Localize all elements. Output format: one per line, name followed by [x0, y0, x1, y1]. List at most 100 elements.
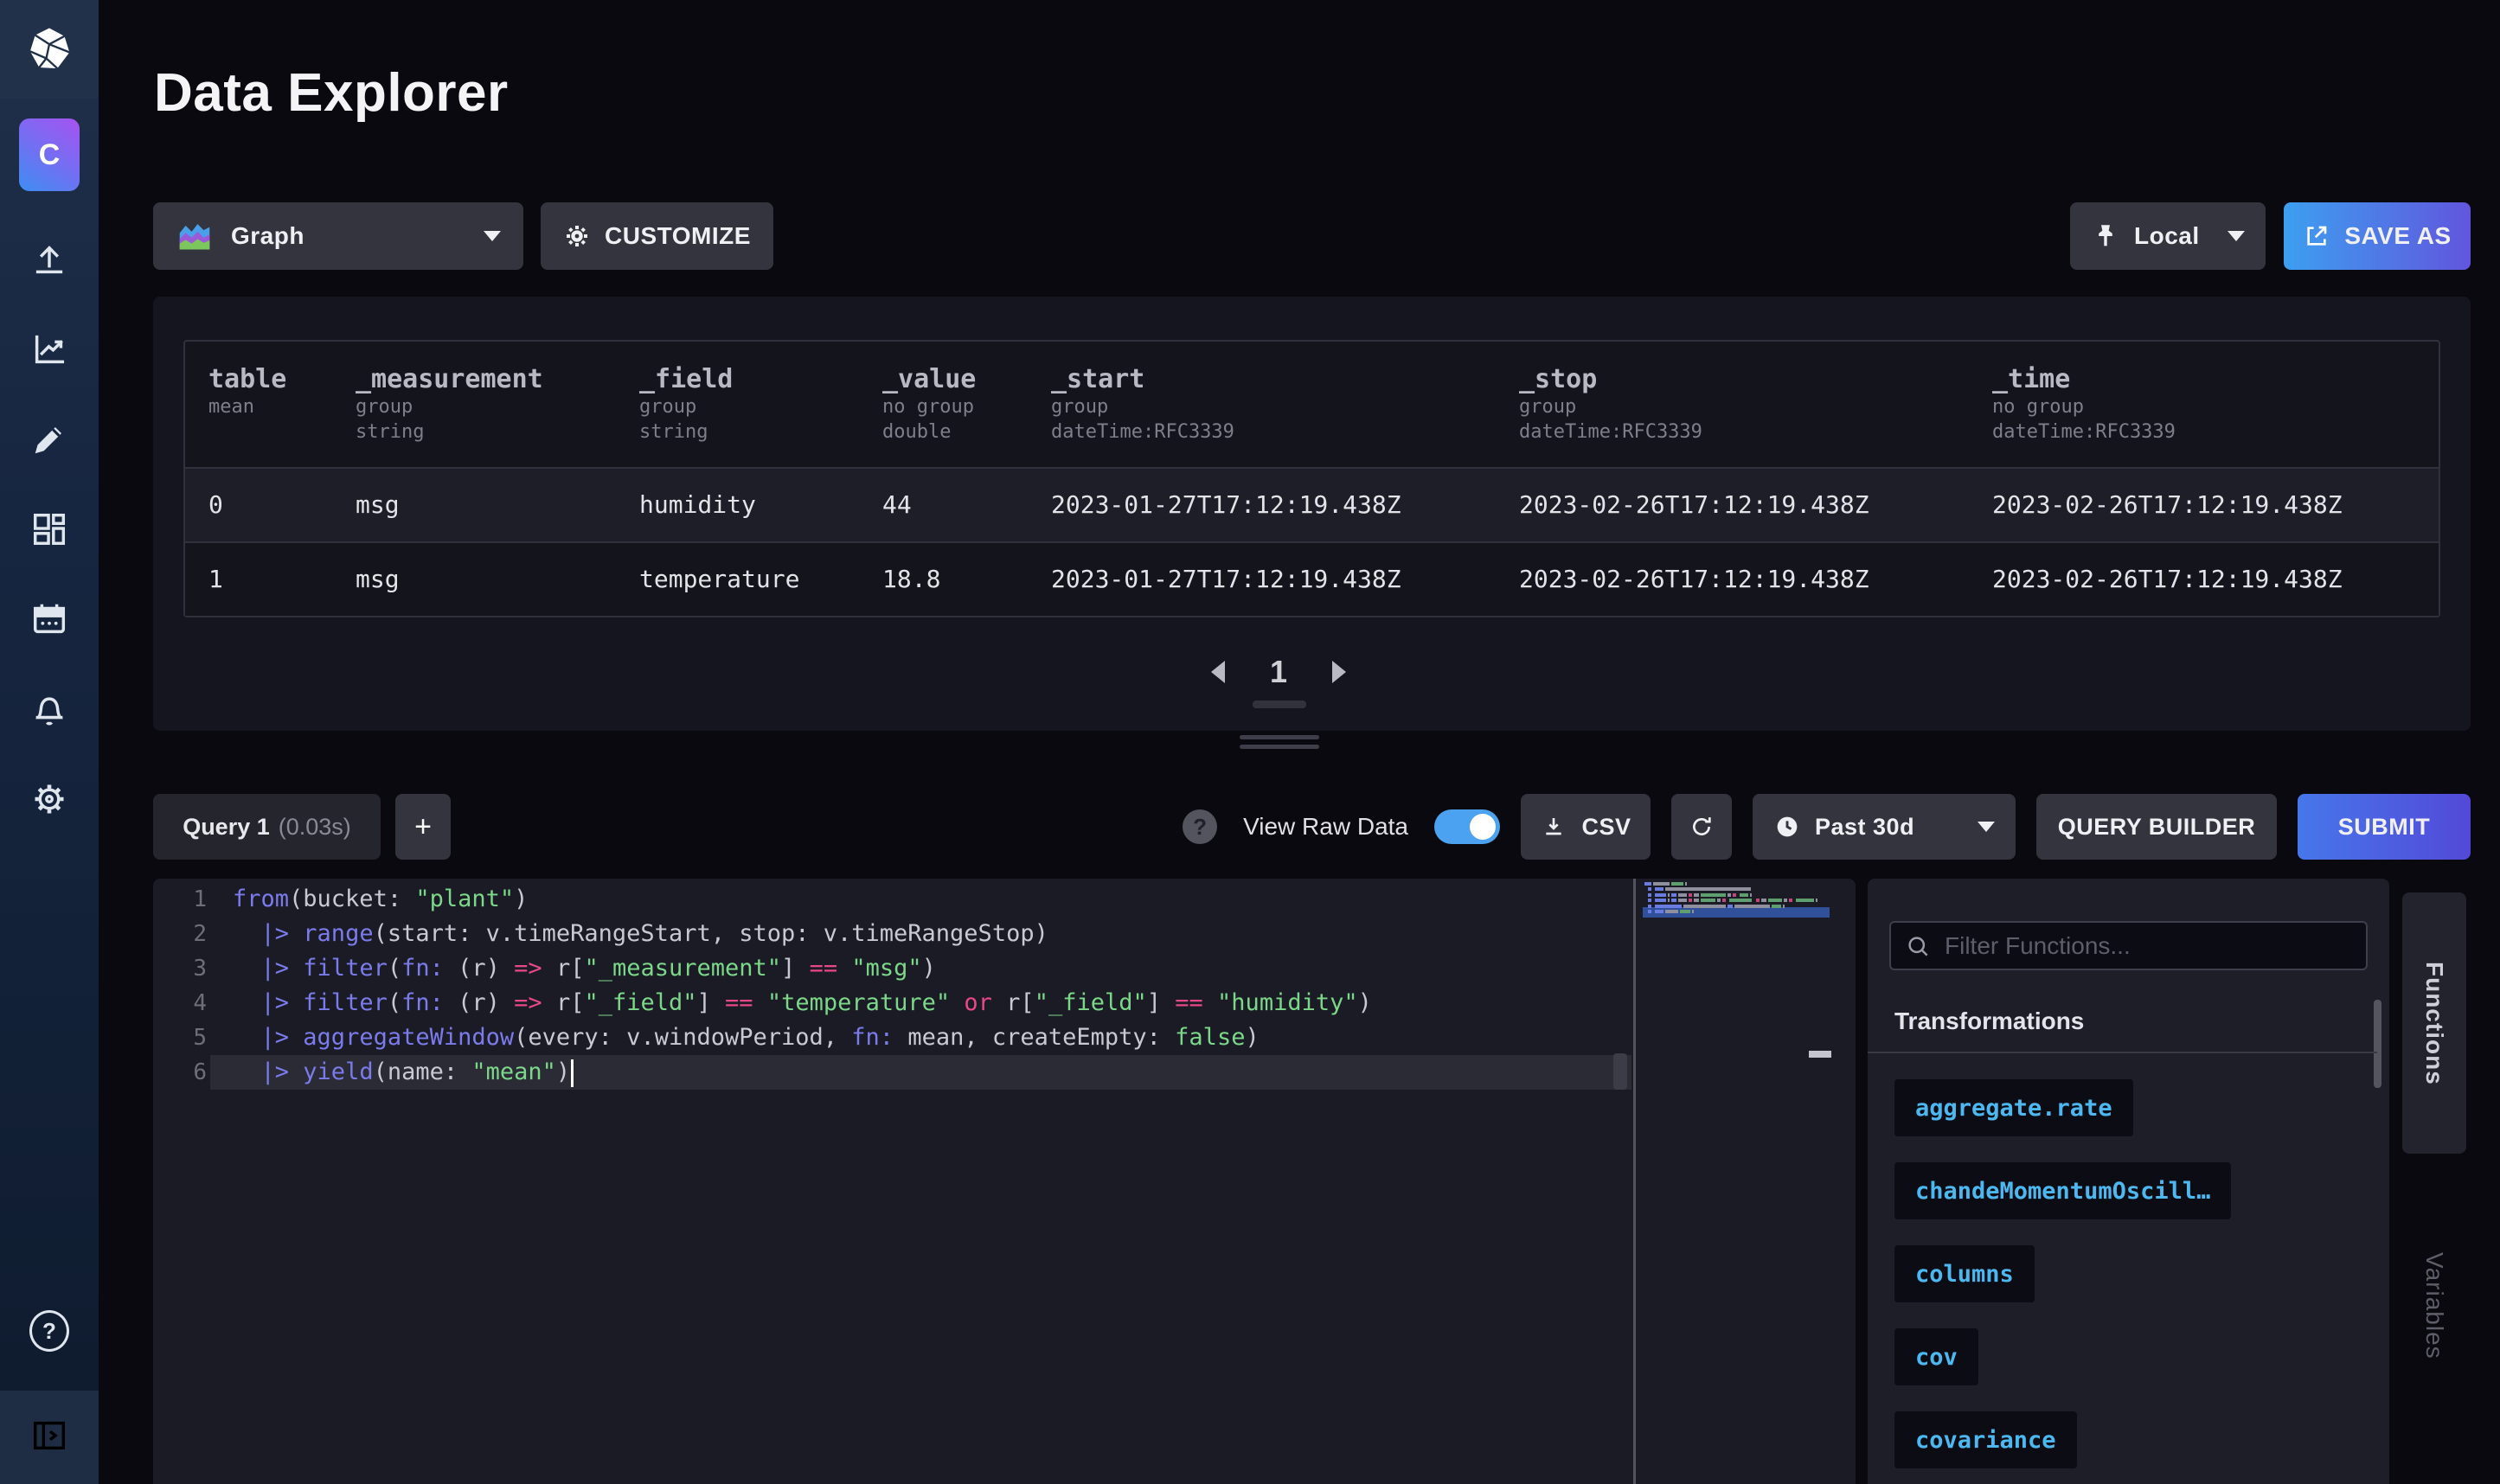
table-cell: 0 [208, 469, 356, 541]
table-cell: humidity [639, 469, 882, 541]
dashboards-icon[interactable] [29, 509, 69, 549]
pencil-icon[interactable] [29, 419, 69, 459]
help-icon[interactable]: ? [1183, 809, 1217, 844]
function-item[interactable]: cov [1894, 1328, 1978, 1385]
gear-icon [563, 222, 591, 250]
table-cell: 1 [208, 543, 356, 616]
table-cell: 2023-02-26T17:12:19.438Z [1519, 469, 1992, 541]
pagination-scrollbar[interactable] [1253, 700, 1306, 708]
table-cell: 2023-01-27T17:12:19.438Z [1051, 469, 1519, 541]
csv-button[interactable]: CSV [1521, 794, 1651, 860]
functions-category-label: Transformations [1894, 1007, 2084, 1035]
sidebar-nav [0, 240, 99, 819]
query-tab[interactable]: Query 1 (0.03s) [153, 794, 381, 860]
submit-button[interactable]: SUBMIT [2298, 794, 2471, 860]
column-header: _timeno groupdateTime:RFC3339 [1992, 342, 2439, 467]
query-controls: ? View Raw Data CSV Past 30d QUERY BUILD… [1183, 794, 2471, 860]
filter-functions-searchbox[interactable] [1889, 921, 2368, 970]
query-builder-button[interactable]: QUERY BUILDER [2036, 794, 2277, 860]
sidebar: C ? [0, 0, 99, 1484]
column-header: _measurementgroupstring [356, 342, 639, 467]
minimap-line [1644, 882, 1689, 886]
functions-scrollbar-thumb[interactable] [2374, 1000, 2381, 1088]
raw-data-panel: tablemean_measurementgroupstring_fieldgr… [153, 297, 2471, 731]
line-number: 1 [153, 882, 207, 917]
table-cell: 2023-02-26T17:12:19.438Z [1992, 543, 2439, 616]
functions-panel: Transformations aggregate.rate chandeMome… [1868, 879, 2389, 1484]
function-item[interactable]: covariance [1894, 1411, 2077, 1468]
minimap-line [1644, 887, 1753, 891]
line-number: 3 [153, 951, 207, 986]
table-cell: 2023-02-26T17:12:19.438Z [1519, 543, 1992, 616]
function-item[interactable]: chandeMomentumOscill… [1894, 1162, 2231, 1219]
influxdb-logo[interactable] [0, 0, 99, 99]
function-item[interactable]: aggregate.rate [1894, 1079, 2133, 1136]
expand-sidebar-icon [29, 1416, 69, 1460]
chevron-down-icon [484, 231, 501, 241]
code-line[interactable]: 5 |> aggregateWindow(every: v.windowPeri… [153, 1020, 1631, 1055]
table-cell: 44 [882, 469, 1051, 541]
tab-variables-label: Variables [2420, 1252, 2448, 1359]
table-cell: 18.8 [882, 543, 1051, 616]
page-number: 1 [1270, 654, 1287, 690]
text-cursor [571, 1059, 574, 1087]
minimap-line [1644, 910, 1696, 913]
download-icon [1540, 813, 1567, 841]
add-query-button[interactable]: + [395, 794, 451, 860]
code-area[interactable]: 1from(bucket: "plant")2 |> range(start: … [153, 882, 1631, 1090]
prev-page-icon[interactable] [1211, 661, 1225, 683]
tab-functions[interactable]: Functions [2402, 892, 2466, 1154]
customize-label: CUSTOMIZE [605, 222, 751, 250]
view-raw-data-toggle[interactable] [1434, 809, 1500, 844]
gear-icon[interactable] [29, 779, 69, 819]
minimap-slider[interactable] [1809, 1051, 1831, 1058]
function-item[interactable]: columns [1894, 1245, 2035, 1302]
scope-dropdown[interactable]: Local [2070, 202, 2266, 270]
submit-label: SUBMIT [2338, 814, 2431, 841]
bell-icon[interactable] [29, 689, 69, 729]
table-body: 0msghumidity442023-01-27T17:12:19.438Z20… [185, 467, 2439, 616]
editor-minimap-divider [1633, 879, 1636, 1484]
code-line[interactable]: 1from(bucket: "plant") [153, 882, 1631, 917]
code-line[interactable]: 2 |> range(start: v.timeRangeStart, stop… [153, 917, 1631, 951]
table-row: 0msghumidity442023-01-27T17:12:19.438Z20… [185, 467, 2439, 541]
upload-icon[interactable] [29, 240, 69, 279]
next-page-icon[interactable] [1332, 661, 1346, 683]
calendar-icon[interactable] [29, 599, 69, 639]
panel-resize-handle[interactable] [1240, 735, 1319, 754]
scope-label: Local [2134, 222, 2200, 250]
code-line[interactable]: 6 |> yield(name: "mean") [153, 1055, 1631, 1090]
graph-icon[interactable] [29, 329, 69, 369]
time-range-dropdown[interactable]: Past 30d [1753, 794, 2016, 860]
avatar[interactable]: C [19, 118, 80, 191]
flux-editor[interactable]: 1from(bucket: "plant")2 |> range(start: … [153, 879, 1856, 1484]
csv-label: CSV [1581, 814, 1631, 841]
expand-sidebar-button[interactable] [0, 1391, 99, 1484]
line-number: 6 [153, 1055, 207, 1090]
table-cell: msg [356, 543, 639, 616]
minimap-line [1644, 899, 1819, 902]
editor-scrollbar-thumb[interactable] [1613, 1053, 1627, 1090]
minimap-line [1644, 905, 1786, 908]
editor-minimap[interactable] [1643, 879, 1830, 1484]
save-as-button[interactable]: SAVE AS [2284, 202, 2471, 270]
customize-button[interactable]: CUSTOMIZE [541, 202, 773, 270]
clock-icon [1773, 813, 1801, 841]
question-icon[interactable]: ? [29, 1311, 69, 1351]
code-line[interactable]: 4 |> filter(fn: (r) => r["_field"] == "t… [153, 986, 1631, 1020]
refresh-button[interactable] [1671, 794, 1732, 860]
query-tab-duration: (0.03s) [279, 814, 351, 841]
view-type-label: Graph [231, 222, 304, 250]
column-header: _startgroupdateTime:RFC3339 [1051, 342, 1519, 467]
view-type-dropdown[interactable]: Graph [153, 202, 523, 270]
filter-functions-input[interactable] [1943, 931, 2352, 961]
toggle-knob [1470, 814, 1496, 840]
chevron-down-icon [2228, 231, 2245, 241]
tab-variables[interactable]: Variables [2402, 1224, 2466, 1388]
chevron-down-icon [1978, 822, 1995, 832]
minimap-line [1644, 893, 1753, 897]
table-row: 1msgtemperature18.82023-01-27T17:12:19.4… [185, 541, 2439, 616]
view-raw-data-label: View Raw Data [1243, 813, 1408, 841]
code-line[interactable]: 3 |> filter(fn: (r) => r["_measurement"]… [153, 951, 1631, 986]
query-builder-label: QUERY BUILDER [2058, 814, 2256, 841]
